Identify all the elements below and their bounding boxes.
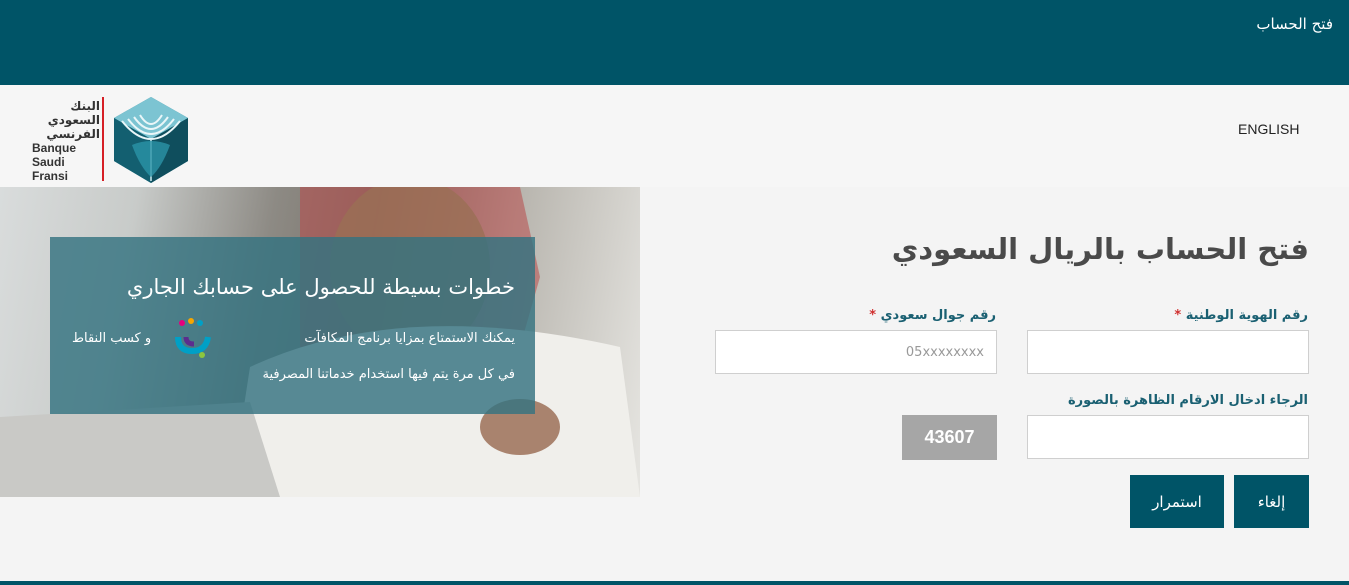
required-mark: * — [1174, 308, 1182, 323]
form-title: فتح الحساب بالريال السعودي — [891, 232, 1309, 266]
hero-text-line-2: في كل مرة يتم فيها استخدام خدماتنا المصر… — [262, 367, 515, 382]
hero-info-panel: خطوات بسيطة للحصول على حسابك الجاري يمكن… — [50, 237, 535, 414]
captcha-image: 43607 — [902, 415, 997, 460]
logo-ar-line-2: السعودي — [47, 113, 100, 127]
national-id-label: رقم الهوية الوطنية * — [1174, 308, 1308, 323]
hero-text-line-1: يمكنك الاستمتاع بمزايا برنامج المكافآت — [304, 331, 515, 346]
cancel-button[interactable]: إلغاء — [1234, 475, 1309, 528]
captcha-input[interactable] — [1027, 415, 1309, 459]
page-header-title: فتح الحساب — [1256, 15, 1333, 33]
language-switch-link[interactable]: ENGLISH — [1238, 121, 1299, 137]
mobile-label-text: رقم جوال سعودي — [880, 308, 996, 323]
mobile-label: رقم جوال سعودي * — [869, 308, 996, 323]
logo-en-line-2: Saudi — [32, 155, 65, 169]
logo-en-line-3: Fransi — [32, 169, 69, 183]
captcha-label: الرجاء ادخال الارقام الظاهرة بالصورة — [1067, 393, 1308, 408]
logo-cube-icon — [114, 97, 188, 183]
logo-divider — [102, 97, 104, 181]
logo-text-arabic: البنك السعودي الفرنسي — [30, 99, 100, 141]
logo-ar-line-3: الفرنسي — [46, 127, 100, 141]
hero-text-line-1-end: و كسب النقاط — [72, 331, 152, 346]
site-header: البنك السعودي الفرنسي Banque Saudi Frans… — [0, 85, 1349, 187]
hero-heading: خطوات بسيطة للحصول على حسابك الجاري — [126, 275, 515, 299]
footer-divider — [0, 581, 1349, 585]
mobile-input[interactable] — [715, 330, 997, 374]
hero-banner: خطوات بسيطة للحصول على حسابك الجاري يمكن… — [0, 187, 640, 497]
national-id-input[interactable] — [1027, 330, 1309, 374]
logo-text-english: Banque Saudi Fransi — [32, 141, 92, 183]
national-id-label-text: رقم الهوية الوطنية — [1185, 308, 1308, 323]
bank-logo[interactable]: البنك السعودي الفرنسي Banque Saudi Frans… — [22, 95, 192, 185]
top-bar: فتح الحساب — [0, 0, 1349, 85]
required-mark: * — [869, 308, 877, 323]
continue-button[interactable]: استمرار — [1130, 475, 1224, 528]
logo-en-line-1: Banque — [32, 141, 77, 155]
logo-ar-line-1: البنك — [70, 99, 100, 113]
rewards-logo-icon — [175, 318, 211, 358]
